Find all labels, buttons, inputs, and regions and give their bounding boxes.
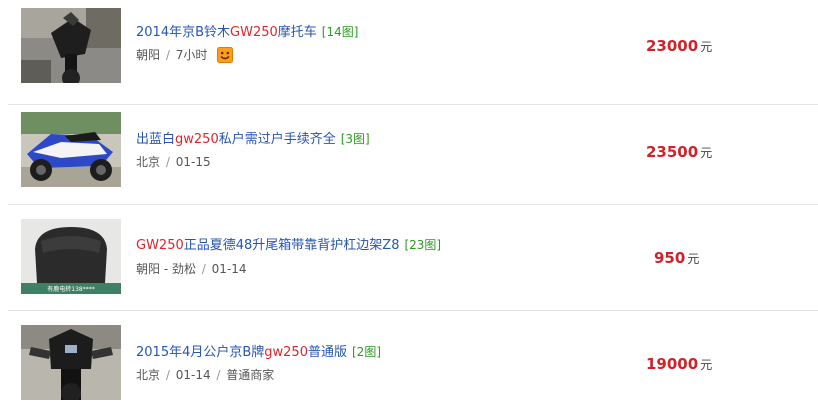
price-value: 950	[654, 249, 686, 267]
watermark-text: 有鹿电转138****	[47, 285, 94, 293]
top-box-photo: 有鹿电转138****	[21, 219, 121, 294]
listing-meta: 北京 / 01-15	[136, 154, 211, 170]
listing-title-link[interactable]: 2014年京B铃木GW250摩托车	[136, 25, 317, 40]
motorcycle-photo	[21, 8, 121, 83]
price-unit: 元	[687, 252, 700, 266]
listing-row[interactable]: 2015年4月公户京B牌gw250普通版 [2图] 北京 / 01-14 / 普通…	[8, 311, 818, 411]
price-value: 19000	[646, 355, 699, 373]
listing-title-line: 2014年京B铃木GW250摩托车 [14图]	[136, 23, 358, 42]
price: 950 元	[654, 248, 699, 267]
title-text: 私户需过户手续齐全	[218, 132, 336, 147]
motorcycle-photo	[21, 112, 121, 187]
location-text: 朝阳	[136, 48, 161, 62]
separator: /	[165, 368, 170, 382]
image-count-link[interactable]: [2图]	[352, 345, 381, 359]
title-highlight: GW250	[230, 25, 278, 40]
listing-row[interactable]: 2014年京B铃木GW250摩托车 [14图] 朝阳 / 7小时 23000 元	[8, 0, 818, 105]
location-text: 朝阳 - 劲松	[136, 262, 196, 276]
title-highlight: gw250	[264, 345, 308, 360]
title-text: 正品夏德48升尾箱带靠背护杠边架Z8	[183, 238, 400, 253]
title-text: 普通版	[307, 345, 347, 360]
price-unit: 元	[700, 40, 713, 54]
title-text: 出蓝白	[136, 132, 176, 147]
image-count-link[interactable]: [23图]	[404, 238, 441, 252]
motorcycle-photo	[21, 325, 121, 400]
title-text: 2014年京B铃木	[136, 25, 231, 40]
listing-thumbnail[interactable]	[21, 325, 121, 400]
title-highlight: gw250	[175, 132, 219, 147]
listing-meta: 朝阳 / 7小时	[136, 46, 234, 64]
price: 19000 元	[646, 354, 712, 373]
post-time: 7小时	[175, 48, 208, 62]
price: 23500 元	[646, 142, 712, 161]
location-text: 北京	[136, 155, 161, 169]
separator: /	[165, 155, 170, 169]
post-time: 01-15	[175, 155, 211, 169]
title-text: 摩托车	[277, 25, 317, 40]
listing-list: 2014年京B铃木GW250摩托车[14图] 朝阳 / 7小时 23000元	[0, 0, 818, 411]
smile-icon	[217, 46, 234, 63]
listing-meta: 北京 / 01-14 / 普通商家	[136, 367, 274, 383]
listing-row[interactable]: 出蓝白gw250私户需过户手续齐全 [3图] 北京 / 01-15 23500 元	[8, 99, 818, 205]
price-value: 23000	[646, 37, 699, 55]
listing-title-line: GW250正品夏德48升尾箱带靠背护杠边架Z8 [23图]	[136, 236, 441, 255]
price-unit: 元	[700, 146, 713, 160]
image-count-link[interactable]: [14图]	[322, 25, 359, 39]
price-value: 23500	[646, 143, 699, 161]
listing-title-line: 出蓝白gw250私户需过户手续齐全 [3图]	[136, 130, 370, 149]
listing-thumbnail[interactable]	[21, 112, 121, 187]
listing-title-link[interactable]: 2015年4月公户京B牌gw250普通版	[136, 345, 347, 360]
price: 23000 元	[646, 36, 712, 55]
title-highlight: GW250	[136, 238, 184, 253]
listing-title-link[interactable]: GW250正品夏德48升尾箱带靠背护杠边架Z8	[136, 238, 399, 253]
price-unit: 元	[700, 358, 713, 372]
post-time: 01-14	[175, 368, 211, 382]
listing-thumbnail[interactable]: 有鹿电转138****	[21, 219, 121, 294]
listing-thumbnail[interactable]	[21, 8, 121, 83]
seller-type: 普通商家	[226, 368, 275, 382]
location-text: 北京	[136, 368, 161, 382]
listing-title-line: 2015年4月公户京B牌gw250普通版 [2图]	[136, 343, 381, 362]
title-text: 2015年4月公户京B牌	[136, 345, 265, 360]
image-count-link[interactable]: [3图]	[341, 132, 370, 146]
listing-title-link[interactable]: 出蓝白gw250私户需过户手续齐全	[136, 132, 336, 147]
separator: /	[216, 368, 221, 382]
listing-meta: 朝阳 - 劲松 / 01-14	[136, 261, 247, 277]
separator: /	[201, 262, 206, 276]
listing-row[interactable]: 有鹿电转138**** GW250正品夏德48升尾箱带靠背护杠边架Z8 [23图]…	[8, 205, 818, 311]
separator: /	[165, 48, 170, 62]
post-time: 01-14	[211, 262, 247, 276]
